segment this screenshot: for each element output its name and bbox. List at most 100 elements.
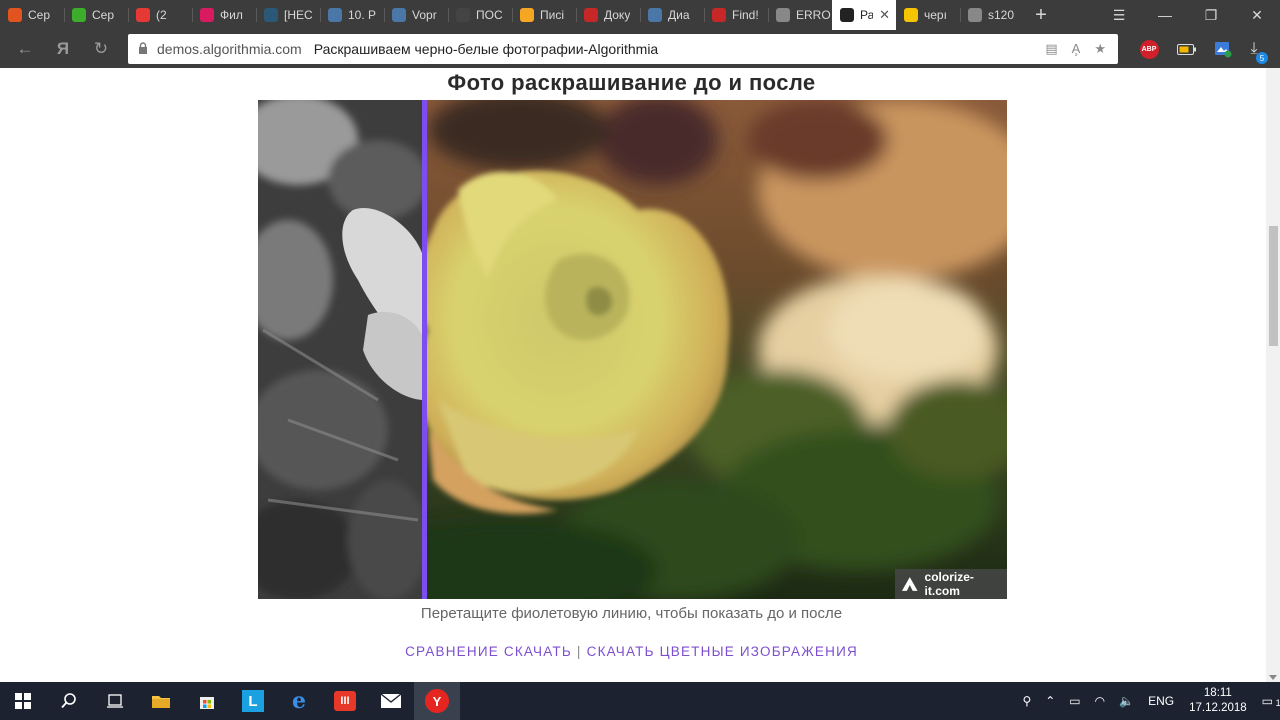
tray-overflow-icon[interactable]: ⌃ — [1038, 694, 1062, 708]
notification-center-icon[interactable]: ▭ 1 — [1255, 694, 1280, 708]
tab-title: (2 — [156, 8, 167, 22]
windows-taskbar: L e III Y ⚲ ⌃ ▭ ◠ 🔈 ENG 18:11 17.12.2018… — [0, 682, 1280, 720]
red-app-icon[interactable]: III — [322, 682, 368, 720]
close-window-button[interactable]: ✕ — [1234, 0, 1280, 30]
bookmark-star-icon[interactable]: ★ — [1094, 41, 1106, 57]
browser-tab[interactable]: Фил — [192, 0, 256, 30]
lock-icon — [138, 41, 148, 57]
store-icon[interactable] — [184, 682, 230, 720]
image-extension-icon[interactable] — [1210, 30, 1236, 68]
browser-tab[interactable]: ПОС — [448, 0, 512, 30]
tab-favicon-icon — [968, 8, 982, 22]
clock[interactable]: 18:11 17.12.2018 — [1181, 686, 1255, 716]
download-comparison-link[interactable]: СРАВНЕНИЕ СКАЧАТЬ — [405, 644, 572, 659]
search-icon[interactable] — [46, 682, 92, 720]
file-explorer-icon[interactable] — [138, 682, 184, 720]
volume-icon[interactable]: 🔈 — [1112, 694, 1141, 708]
battery-icon[interactable]: ▭ — [1062, 694, 1087, 708]
tab-favicon-icon — [840, 8, 854, 22]
downloads-icon[interactable]: ⤓ 5 — [1240, 30, 1268, 68]
tab-favicon-icon — [648, 8, 662, 22]
browser-tab[interactable]: s120 — [960, 0, 1024, 30]
browser-tab[interactable]: Писі — [512, 0, 576, 30]
system-tray: ⚲ ⌃ ▭ ◠ 🔈 ENG 18:11 17.12.2018 ▭ 1 — [1015, 682, 1280, 720]
window-controls: ☰ — ❐ ✕ — [1096, 0, 1280, 30]
browser-tab[interactable]: ERRO — [768, 0, 832, 30]
back-button[interactable]: ← — [6, 30, 44, 68]
tab-favicon-icon — [520, 8, 534, 22]
tab-title: Писі — [540, 8, 564, 22]
reader-mode-icon[interactable]: ▤ — [1045, 41, 1057, 57]
comparison-caption: Перетащите фиолетовую линию, чтобы показ… — [420, 605, 843, 622]
tab-favicon-icon — [8, 8, 22, 22]
browser-tab[interactable]: Find! — [704, 0, 768, 30]
notification-badge: 1 — [1275, 698, 1280, 708]
tab-title: Сер — [92, 8, 115, 22]
new-tab-button[interactable]: + — [1024, 0, 1058, 30]
wifi-icon[interactable]: ◠ — [1088, 694, 1112, 708]
adblock-extension-icon[interactable]: ABP — [1136, 30, 1162, 68]
tab-favicon-icon — [200, 8, 214, 22]
browser-menu-icon[interactable]: ☰ — [1096, 0, 1142, 30]
reload-button[interactable]: ↻ — [82, 30, 120, 68]
restore-button[interactable]: ❐ — [1188, 0, 1234, 30]
browser-tab[interactable]: Диа — [640, 0, 704, 30]
tab-title: 10. Р — [348, 8, 377, 22]
translate-icon[interactable]: A̧ — [1072, 41, 1081, 57]
comparison-slider-handle[interactable] — [422, 100, 427, 599]
tab-title: Сер — [28, 8, 51, 22]
browser-toolbar: ← Я ↻ demos.algorithmia.com Раскрашиваем… — [0, 30, 1280, 68]
tab-favicon-icon — [72, 8, 86, 22]
original-bw-photo — [258, 100, 423, 599]
browser-tab[interactable]: Vopr — [384, 0, 448, 30]
tab-favicon-icon — [584, 8, 598, 22]
minimize-button[interactable]: — — [1142, 0, 1188, 30]
browser-tab[interactable]: (2 — [128, 0, 192, 30]
colorize-watermark: colorize-it.com — [895, 569, 1007, 599]
link-separator: | — [576, 644, 582, 659]
browser-tab[interactable]: 10. Р — [320, 0, 384, 30]
tab-title: Диа — [668, 8, 690, 22]
yandex-home-button[interactable]: Я — [44, 30, 82, 68]
address-bar[interactable]: demos.algorithmia.com Раскрашиваем черно… — [128, 34, 1118, 64]
tab-list: Сер Сер (2 Фил [НЕС 10. Р Vopr ПОС Писі Доку Диа Fi… — [0, 0, 1024, 30]
page-content: Фото раскрашивание до и после colorize-i… — [0, 68, 1266, 682]
download-colored-images-link[interactable]: СКАЧАТЬ ЦВЕТНЫЕ ИЗОБРАЖЕНИЯ — [587, 644, 858, 659]
language-indicator[interactable]: ENG — [1141, 694, 1181, 708]
scrollbar-thumb[interactable] — [1269, 226, 1278, 346]
start-button[interactable] — [0, 682, 46, 720]
browser-tab[interactable]: Ра ✕ — [832, 0, 896, 30]
watermark-text: colorize-it.com — [924, 570, 974, 598]
address-domain: demos.algorithmia.com — [157, 41, 302, 57]
tab-close-icon[interactable]: ✕ — [879, 7, 890, 23]
tab-title: черı — [924, 8, 947, 22]
tab-favicon-icon — [264, 8, 278, 22]
browser-tab[interactable]: черı — [896, 0, 960, 30]
yandex-browser-taskbar-icon[interactable]: Y — [414, 682, 460, 720]
tab-title: Vopr — [412, 8, 437, 22]
tab-title: Доку — [604, 8, 631, 22]
browser-tab[interactable]: [НЕС — [256, 0, 320, 30]
colorize-logo-icon — [901, 577, 918, 591]
tab-title: Фил — [220, 8, 243, 22]
downloads-badge: 5 — [1256, 52, 1268, 64]
mail-icon[interactable] — [368, 682, 414, 720]
windows-logo-icon — [15, 693, 31, 709]
app-l-icon[interactable]: L — [230, 682, 276, 720]
browser-tab[interactable]: Сер — [0, 0, 64, 30]
tab-title: Find! — [732, 8, 759, 22]
page-scrollbar[interactable] — [1266, 68, 1280, 682]
edge-browser-icon[interactable]: e — [276, 682, 322, 720]
clock-date: 17.12.2018 — [1189, 702, 1247, 714]
browser-tab[interactable]: Доку — [576, 0, 640, 30]
download-links: СРАВНЕНИЕ СКАЧАТЬ | СКАЧАТЬ ЦВЕТНЫЕ ИЗОБРА… — [0, 644, 1263, 659]
tab-favicon-icon — [328, 8, 342, 22]
tab-favicon-icon — [392, 8, 406, 22]
before-after-comparison[interactable]: colorize-it.com — [258, 100, 1007, 599]
scroll-down-icon[interactable] — [1269, 675, 1277, 680]
tab-favicon-icon — [712, 8, 726, 22]
browser-tab[interactable]: Сер — [64, 0, 128, 30]
battery-extension-icon[interactable] — [1174, 30, 1200, 68]
task-view-icon[interactable] — [92, 682, 138, 720]
people-icon[interactable]: ⚲ — [1015, 694, 1038, 708]
